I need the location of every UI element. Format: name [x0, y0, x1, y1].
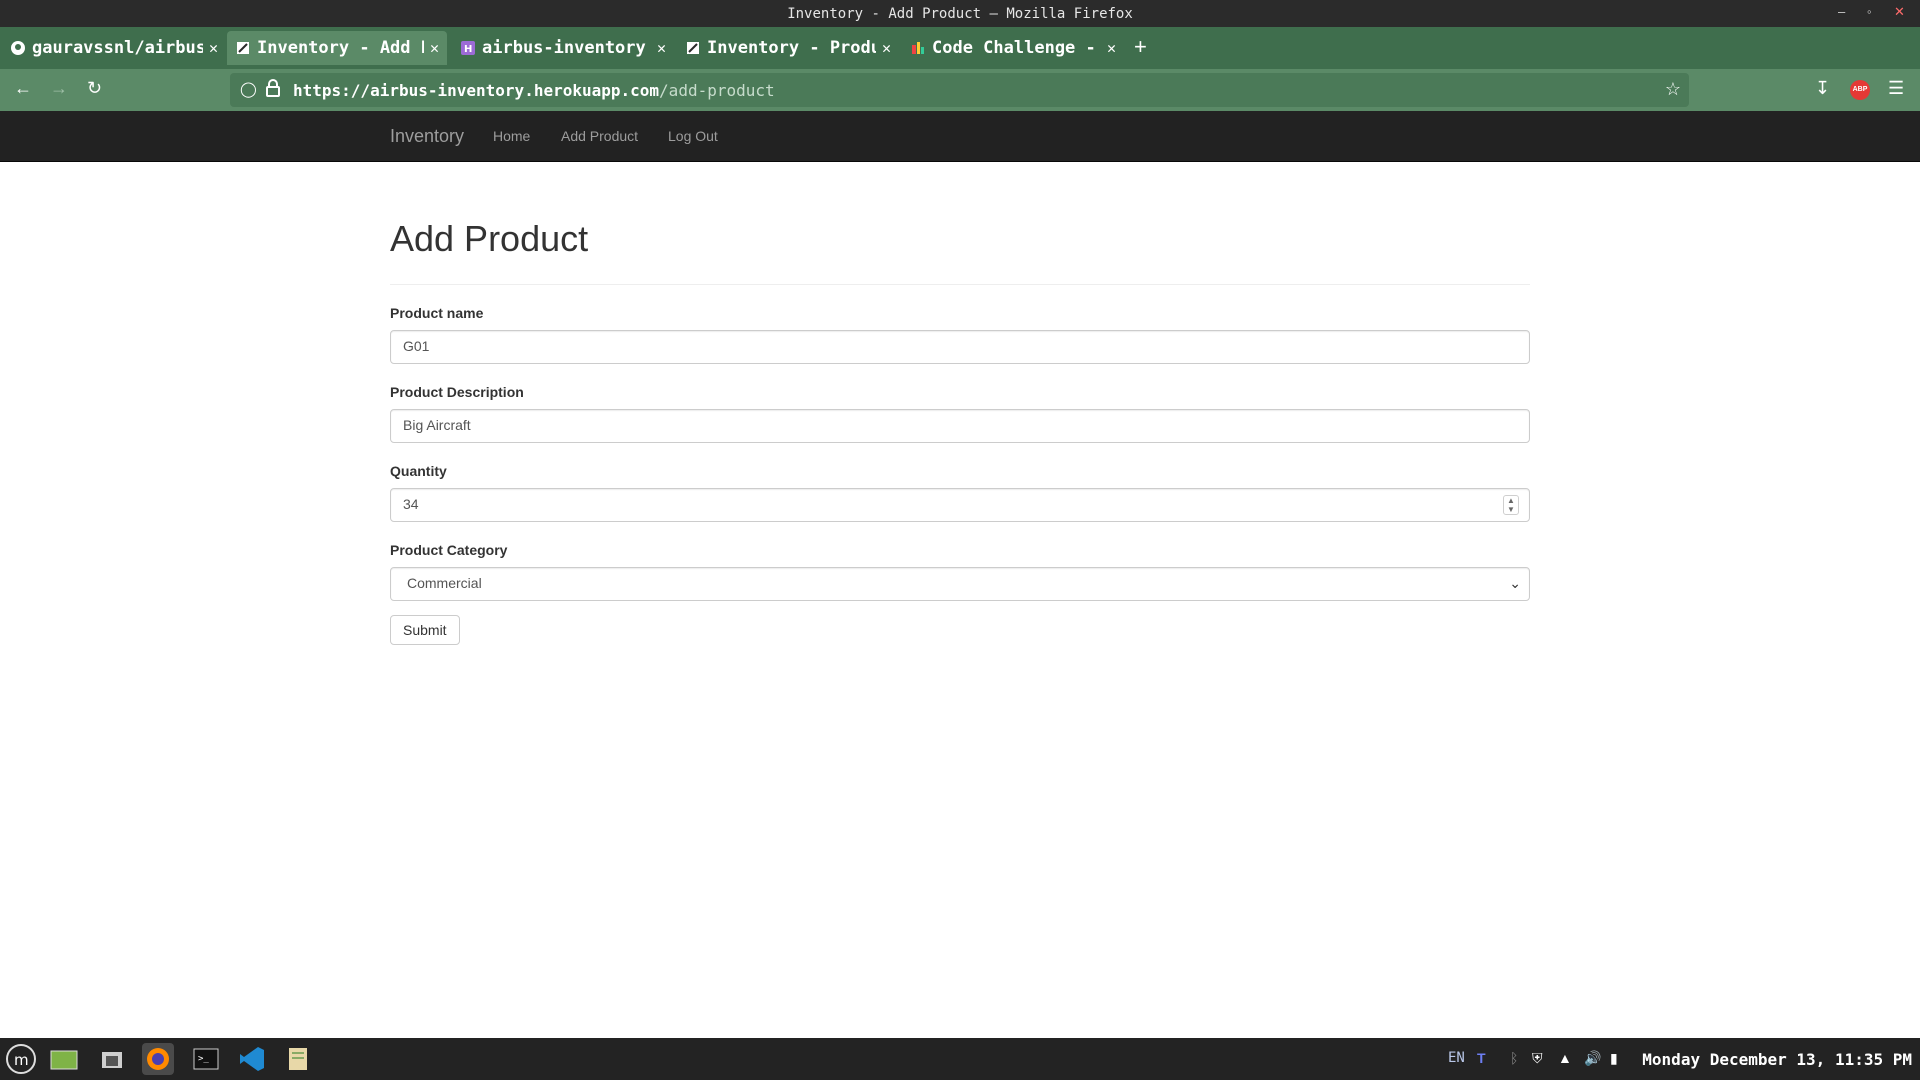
svg-text:>_: >_	[198, 1054, 209, 1064]
code-icon	[910, 40, 926, 56]
vscode-icon[interactable]	[236, 1043, 268, 1075]
tab-label: Inventory - Produc	[707, 38, 876, 58]
product-category-value: Commercial	[407, 575, 482, 591]
quantity-stepper-icon[interactable]: ▲ ▼	[1503, 495, 1519, 515]
taskbar: m >_ EN T ᛒ ⛨ ▲ 🔊 ▮ Monday December 13, …	[0, 1038, 1920, 1080]
product-name-value: G01	[403, 338, 430, 354]
window-title: Inventory - Add Product — Mozilla Firefo…	[787, 6, 1133, 22]
svg-text:m: m	[14, 1051, 29, 1069]
close-tab-icon[interactable]: ✕	[657, 39, 666, 57]
page-icon	[685, 40, 701, 56]
tab-label: Inventory - Add Pr	[257, 38, 424, 58]
terminal-icon[interactable]: >_	[190, 1043, 222, 1075]
clock[interactable]: Monday December 13, 11:35 PM	[1642, 1050, 1912, 1069]
nav-logout-link[interactable]: Log Out	[668, 128, 718, 144]
product-category-label: Product Category	[390, 542, 508, 558]
lock-icon[interactable]	[266, 79, 280, 102]
url-bar[interactable]: ◯ https://airbus-inventory.herokuapp.com…	[230, 73, 1689, 107]
close-window-icon[interactable]: ✕	[1894, 4, 1905, 20]
teams-icon[interactable]: T	[1477, 1050, 1486, 1066]
back-icon[interactable]: ←	[14, 78, 32, 99]
text-editor-icon[interactable]	[282, 1043, 314, 1075]
url-path: /add-product	[659, 81, 775, 100]
close-tab-icon[interactable]: ✕	[1107, 39, 1116, 57]
shield-icon[interactable]: ◯	[240, 80, 257, 98]
tab-code-challenge[interactable]: Code Challenge - 2 ✕	[902, 31, 1124, 65]
downloads-icon[interactable]: ↧	[1815, 78, 1830, 99]
forward-icon[interactable]: →	[50, 78, 68, 99]
product-category-select[interactable]: Commercial ⌄	[390, 567, 1530, 601]
reload-icon[interactable]: ↻	[87, 78, 102, 99]
bookmark-star-icon[interactable]: ☆	[1665, 79, 1681, 100]
quantity-value: 34	[403, 496, 419, 512]
nav-add-product-link[interactable]: Add Product	[561, 128, 638, 144]
volume-icon[interactable]: 🔊	[1584, 1050, 1601, 1067]
product-description-value: Big Aircraft	[403, 417, 471, 433]
restore-icon[interactable]: ◦	[1867, 4, 1872, 19]
description-group: Product Description Big Aircraft	[390, 384, 1530, 443]
chevron-down-icon: ⌄	[1509, 575, 1521, 591]
adblock-icon[interactable]: ABP	[1850, 80, 1870, 100]
battery-icon[interactable]: ▮	[1610, 1050, 1618, 1067]
brand-link[interactable]: Inventory	[390, 126, 464, 147]
main-content: Add Product Product name G01 Product Des…	[390, 162, 1530, 645]
tab-heroku[interactable]: H airbus-inventory · ✕	[452, 31, 674, 65]
tab-bar: gauravssnl/airbus- ✕ Inventory - Add Pr …	[0, 27, 1920, 69]
tab-label: gauravssnl/airbus-	[32, 38, 203, 58]
product-description-input[interactable]: Big Aircraft	[390, 409, 1530, 443]
shield-tray-icon[interactable]: ⛨	[1532, 1050, 1543, 1067]
tab-inventory-products[interactable]: Inventory - Produc ✕	[677, 31, 899, 65]
close-tab-icon[interactable]: ✕	[430, 39, 439, 57]
close-tab-icon[interactable]: ✕	[882, 39, 891, 57]
files-icon[interactable]	[96, 1043, 128, 1075]
tab-label: airbus-inventory ·	[482, 38, 651, 58]
close-tab-icon[interactable]: ✕	[209, 39, 218, 57]
url-host: https://airbus-inventory.herokuapp.com	[293, 81, 660, 100]
tab-label: Code Challenge - 2	[932, 38, 1101, 58]
svg-text:H: H	[464, 44, 472, 55]
page-icon	[235, 40, 251, 56]
new-tab-icon[interactable]: +	[1134, 34, 1147, 60]
tab-add-product[interactable]: Inventory - Add Pr ✕	[227, 31, 447, 65]
quantity-input[interactable]: 34 ▲ ▼	[390, 488, 1530, 522]
keyboard-layout[interactable]: EN	[1448, 1050, 1465, 1066]
quantity-label: Quantity	[390, 463, 447, 479]
github-icon	[10, 40, 26, 56]
nav-home-link[interactable]: Home	[493, 128, 530, 144]
product-name-label: Product name	[390, 305, 484, 321]
page-title: Add Product	[390, 218, 1530, 285]
quantity-group: Quantity 34 ▲ ▼	[390, 463, 1530, 522]
wifi-icon[interactable]: ▲	[1558, 1050, 1572, 1066]
product-name-input[interactable]: G01	[390, 330, 1530, 364]
submit-button[interactable]: Submit	[390, 615, 460, 645]
minimize-icon[interactable]: –	[1838, 4, 1845, 19]
show-desktop-icon[interactable]	[48, 1043, 80, 1075]
menu-icon[interactable]: ☰	[1888, 78, 1904, 99]
category-group: Product Category Commercial ⌄	[390, 542, 1530, 601]
url-text: https://airbus-inventory.herokuapp.com/a…	[293, 81, 775, 100]
firefox-icon[interactable]	[142, 1043, 174, 1075]
window-titlebar: Inventory - Add Product — Mozilla Firefo…	[0, 0, 1920, 27]
site-navbar: Inventory Home Add Product Log Out	[0, 111, 1920, 162]
bluetooth-icon[interactable]: ᛒ	[1510, 1050, 1518, 1066]
tab-github[interactable]: gauravssnl/airbus- ✕	[2, 31, 226, 65]
heroku-icon: H	[460, 40, 476, 56]
name-group: Product name G01	[390, 305, 1530, 364]
product-description-label: Product Description	[390, 384, 524, 400]
mint-menu-icon[interactable]: m	[6, 1044, 36, 1074]
nav-toolbar: ← → ↻ ◯ https://airbus-inventory.herokua…	[0, 69, 1920, 111]
